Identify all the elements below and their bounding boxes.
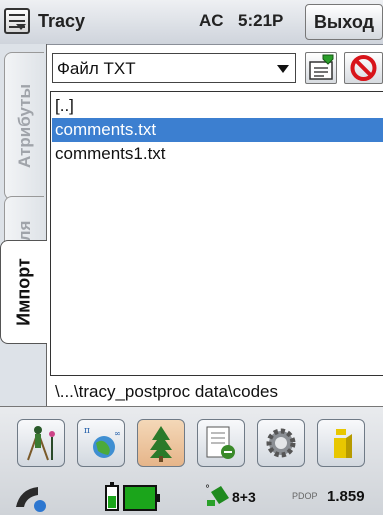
gps-antenna-icon bbox=[16, 487, 46, 512]
tab-attributes[interactable]: Атрибуты bbox=[4, 52, 44, 200]
satellite-icon: ° bbox=[205, 484, 229, 506]
settings-button[interactable] bbox=[257, 419, 305, 467]
cancel-icon bbox=[350, 55, 377, 81]
tree-icon bbox=[150, 426, 172, 462]
svg-text:∞: ∞ bbox=[114, 429, 121, 438]
status-bar: ° 8+3 PDOP 1.859 bbox=[0, 479, 383, 515]
power-status: AC bbox=[199, 11, 224, 30]
info-button[interactable] bbox=[317, 419, 365, 467]
tab-attributes-label: Атрибуты bbox=[14, 84, 34, 168]
notebook-connect-icon bbox=[206, 426, 235, 459]
data-connect-button[interactable] bbox=[197, 419, 245, 467]
survey-tool-button[interactable] bbox=[17, 419, 65, 467]
chevron-down-icon bbox=[277, 65, 289, 73]
title-bar: Tracy AC 5:21P Выход bbox=[0, 0, 383, 45]
tab-import[interactable]: Импорт bbox=[0, 240, 47, 344]
vertical-tab-strip: Атрибуты Поля Импорт bbox=[0, 44, 47, 406]
transform-tool-button[interactable]: π ∞ bbox=[77, 419, 125, 467]
pdop-label: PDOP bbox=[292, 491, 318, 501]
svg-text:π: π bbox=[84, 426, 90, 436]
exit-button[interactable]: Выход bbox=[305, 4, 383, 40]
globe-transform-icon: π ∞ bbox=[84, 426, 121, 458]
current-path: \...\tracy_postproc data\codes bbox=[50, 375, 383, 406]
pdop-value: 1.859 bbox=[327, 488, 365, 505]
list-item-file[interactable]: comments.txt bbox=[52, 118, 383, 142]
start-menu-icon[interactable] bbox=[4, 8, 30, 34]
list-item-file[interactable]: comments1.txt bbox=[52, 142, 383, 166]
tab-import-label: Импорт bbox=[13, 258, 34, 326]
clock[interactable]: 5:21P bbox=[238, 11, 283, 31]
battery-icon bbox=[105, 482, 160, 511]
import-file-icon bbox=[309, 54, 334, 80]
svg-text:°: ° bbox=[205, 484, 210, 495]
list-item-parent-dir[interactable]: [..] bbox=[52, 94, 383, 118]
file-type-value: Файл TXT bbox=[57, 59, 136, 78]
file-type-dropdown[interactable]: Файл TXT bbox=[52, 53, 296, 83]
gear-icon bbox=[266, 428, 296, 458]
import-button[interactable] bbox=[305, 52, 337, 84]
satellite-count: 8+3 bbox=[232, 489, 256, 505]
bottom-toolbar: π ∞ ° 8+3 PDOP 1.859 bbox=[0, 406, 383, 515]
surveyor-icon bbox=[27, 426, 55, 461]
info-icon bbox=[334, 429, 352, 458]
file-list[interactable]: [..] comments.txt comments1.txt bbox=[50, 91, 383, 406]
cancel-button[interactable] bbox=[344, 52, 383, 84]
app-title: Tracy bbox=[38, 11, 86, 31]
tree-tool-button[interactable] bbox=[137, 419, 185, 467]
